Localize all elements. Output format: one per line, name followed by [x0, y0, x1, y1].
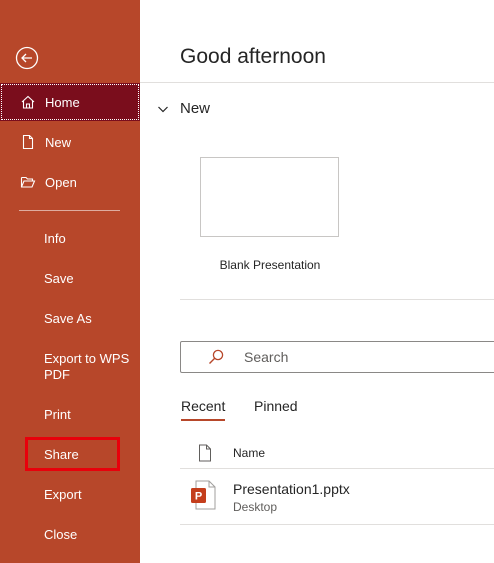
nav-save-as-label: Save As	[44, 310, 92, 326]
nav-info[interactable]: Info	[0, 219, 140, 257]
back-arrow-icon	[15, 46, 39, 70]
nav-divider	[19, 210, 120, 211]
new-document-icon	[19, 133, 37, 151]
nav-print[interactable]: Print	[0, 395, 140, 433]
nav-save-label: Save	[44, 270, 74, 286]
nav-export-wps-line1: Export to WPS	[44, 351, 130, 366]
nav-home-label: Home	[45, 94, 80, 110]
chevron-down-icon	[158, 106, 168, 112]
home-icon	[19, 93, 37, 111]
blank-presentation-thumbnail[interactable]	[200, 157, 339, 237]
nav-open[interactable]: Open	[0, 163, 140, 201]
nav-close-label: Close	[44, 526, 78, 542]
column-name-header[interactable]: Name	[233, 446, 265, 460]
back-button[interactable]	[15, 46, 39, 70]
nav-home[interactable]: Home	[0, 83, 140, 121]
nav-new[interactable]: New	[0, 123, 140, 161]
file-list-header: Name	[180, 438, 494, 469]
file-name: Presentation1.pptx	[233, 481, 350, 497]
nav-save-as[interactable]: Save As	[0, 299, 140, 337]
tab-pinned[interactable]: Pinned	[254, 398, 298, 414]
blank-presentation-label[interactable]: Blank Presentation	[200, 258, 340, 272]
svg-text:P: P	[195, 491, 202, 503]
search-icon	[209, 349, 224, 364]
backstage-sidebar: Home New Open Info Save Save As Export t…	[0, 0, 140, 563]
nav-close[interactable]: Close	[0, 515, 140, 553]
file-location: Desktop	[233, 500, 278, 514]
file-row[interactable]: P Presentation1.pptx Desktop	[180, 470, 494, 525]
nav-export-label: Export	[44, 486, 82, 502]
search-box[interactable]	[180, 341, 494, 373]
powerpoint-file-icon: P	[191, 480, 216, 510]
section-divider	[180, 299, 494, 300]
page-header: Good afternoon	[140, 0, 494, 83]
file-type-icon	[199, 444, 211, 462]
nav-export[interactable]: Export	[0, 475, 140, 513]
open-folder-icon	[19, 173, 37, 191]
share-highlight-box	[25, 437, 120, 471]
nav-export-wps-pdf[interactable]: Export to WPS PDF	[44, 351, 134, 383]
nav-open-label: Open	[45, 174, 77, 190]
new-section-toggle[interactable]: New	[156, 100, 210, 117]
nav-export-wps-line2: PDF	[44, 367, 70, 382]
new-section-title: New	[180, 100, 211, 117]
nav-new-label: New	[45, 134, 72, 150]
nav-save[interactable]: Save	[0, 259, 140, 297]
tab-recent[interactable]: Recent	[181, 398, 226, 421]
nav-print-label: Print	[44, 406, 71, 422]
search-input[interactable]	[242, 348, 466, 366]
nav-info-label: Info	[44, 230, 66, 246]
greeting-title: Good afternoon	[180, 45, 326, 68]
